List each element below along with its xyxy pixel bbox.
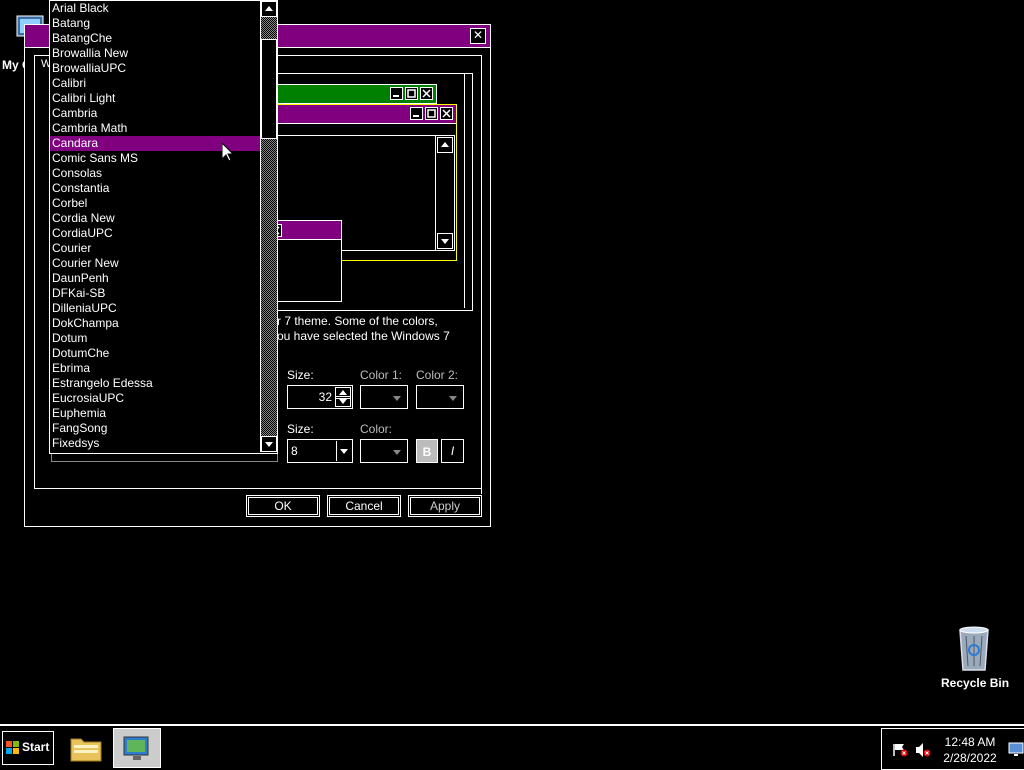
font-list-item[interactable]: Calibri Light [50, 91, 260, 106]
color2-label: Color 2: [416, 368, 459, 382]
cancel-button[interactable]: Cancel [327, 495, 401, 517]
font-list-item[interactable]: Consolas [50, 166, 260, 181]
font-size-dropdown-button[interactable] [336, 441, 351, 461]
font-list-item[interactable]: Ebrima [50, 361, 260, 376]
font-list-item[interactable]: Fixedsys [50, 436, 260, 451]
font-size-select[interactable]: 8 [287, 439, 353, 463]
italic-button[interactable]: I [441, 439, 464, 463]
mouse-cursor-icon [222, 143, 234, 162]
font-list-item[interactable]: Courier New [50, 256, 260, 271]
font-list-item[interactable]: Browallia New [50, 46, 260, 61]
font-list-item[interactable]: Cambria Math [50, 121, 260, 136]
item-size-value: 32 [318, 390, 332, 404]
font-list-item[interactable]: Euphemia [50, 406, 260, 421]
chevron-down-icon [339, 399, 347, 404]
font-list-item[interactable]: DFKai-SB [50, 286, 260, 301]
taskbar-display-settings-button[interactable] [113, 728, 161, 768]
list-scroll-up-button[interactable] [261, 1, 277, 17]
chevron-down-icon [393, 396, 401, 401]
preview-outer-line [276, 73, 465, 308]
font-list-item[interactable]: DotumChe [50, 346, 260, 361]
taskbar: Start 12:48 AM 2/28/2022 [0, 724, 1024, 770]
color2-picker[interactable] [416, 385, 464, 409]
font-color-label: Color: [360, 422, 393, 436]
start-button[interactable]: Start [2, 731, 54, 765]
chevron-down-icon [340, 449, 348, 454]
dialog-close-button[interactable]: ✕ [470, 28, 486, 44]
font-list-item[interactable]: Estrangelo Edessa [50, 376, 260, 391]
font-list-item[interactable]: Cordia New [50, 211, 260, 226]
font-list-item[interactable]: Batang [50, 16, 260, 31]
system-tray: 12:48 AM 2/28/2022 [881, 728, 1024, 770]
show-desktop-button[interactable] [1008, 741, 1024, 757]
list-scroll-down-button[interactable] [261, 436, 277, 452]
folder-icon [70, 738, 102, 762]
font-list-item[interactable]: BrowalliaUPC [50, 61, 260, 76]
color1-label: Color 1: [360, 368, 403, 382]
font-list-item[interactable]: Corbel [50, 196, 260, 211]
font-dropdown-list[interactable]: Arial Black Batang BatangChe Browallia New B… [49, 0, 278, 454]
font-list-item[interactable]: DokChampa [50, 316, 260, 331]
color1-picker[interactable] [360, 385, 408, 409]
font-list-item[interactable]: DilleniaUPC [50, 301, 260, 316]
font-list-item[interactable]: BatangChe [50, 31, 260, 46]
start-label: Start [22, 740, 50, 754]
description-line-1: r 7 theme. Some of the colors, [277, 314, 438, 328]
taskbar-explorer-button[interactable] [63, 730, 109, 766]
font-list-scrollbar[interactable] [260, 1, 277, 452]
font-size-label: Size: [287, 422, 314, 436]
font-list-item[interactable]: Arial Black [50, 1, 260, 16]
font-list-item[interactable]: Calibri [50, 76, 260, 91]
bold-button[interactable]: B [416, 439, 438, 463]
display-settings-icon [123, 736, 149, 760]
spin-down-button[interactable] [335, 396, 351, 407]
recycle-bin-label: Recycle Bin [941, 676, 1010, 690]
chevron-down-icon [265, 442, 273, 447]
font-list-item[interactable]: Dotum [50, 331, 260, 346]
font-color-picker[interactable] [360, 439, 408, 463]
inner-frame-right-line [481, 74, 482, 494]
font-list-item[interactable]: Cambria [50, 106, 260, 121]
font-list-item[interactable]: Courier [50, 241, 260, 256]
windows-logo-icon [6, 741, 19, 754]
font-list-item[interactable]: FangSong [50, 421, 260, 436]
font-list-item[interactable]: Constantia [50, 181, 260, 196]
volume-muted-icon[interactable] [915, 742, 931, 758]
ok-button[interactable]: OK [246, 495, 320, 517]
description-line-2: ou have selected the Windows 7 [277, 329, 450, 343]
font-list-item[interactable]: CordiaUPC [50, 226, 260, 241]
item-size-spinner[interactable]: 32 [287, 385, 353, 409]
action-center-flag-icon[interactable] [892, 743, 908, 757]
recycle-bin-icon[interactable] [954, 624, 994, 672]
item-size-label: Size: [287, 368, 314, 382]
clock-date[interactable]: 2/28/2022 [938, 751, 1002, 765]
font-size-value: 8 [291, 444, 298, 458]
monitor-icon [1008, 742, 1024, 756]
chevron-up-icon [339, 390, 347, 395]
clock-time[interactable]: 12:48 AM [938, 735, 1002, 749]
apply-button[interactable]: Apply [408, 495, 482, 517]
chevron-up-icon [265, 6, 273, 11]
chevron-down-icon [393, 450, 401, 455]
chevron-down-icon [449, 396, 457, 401]
font-list-item[interactable]: EucrosiaUPC [50, 391, 260, 406]
list-scroll-thumb[interactable] [261, 39, 277, 139]
font-list-item[interactable]: DaunPenh [50, 271, 260, 286]
